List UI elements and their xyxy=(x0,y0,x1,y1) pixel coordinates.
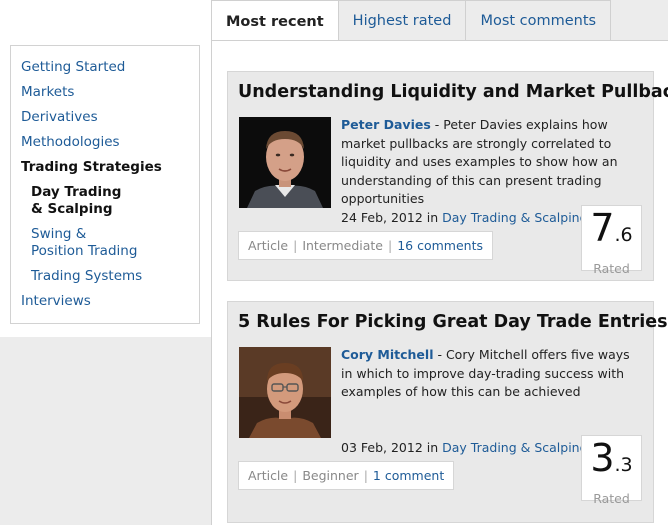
nav-item-getting-started[interactable]: Getting Started xyxy=(11,59,199,76)
nav-subitem-trading-systems[interactable]: Trading Systems xyxy=(11,268,199,285)
article-card: Understanding Liquidity and Market Pullb… xyxy=(227,71,668,281)
nav-item-derivatives[interactable]: Derivatives xyxy=(11,109,199,126)
comments-link[interactable]: 1 comment xyxy=(373,468,444,483)
meta-separator: | xyxy=(363,468,368,483)
rating-box: 3.3 Rated xyxy=(581,435,642,506)
dateline-in: in xyxy=(422,210,443,225)
nav-subitem-day-trading[interactable]: Day Trading & Scalping xyxy=(11,184,131,218)
article-meta: Article | Intermediate | 16 comments xyxy=(238,231,493,260)
comments-link[interactable]: 16 comments xyxy=(397,238,483,253)
rating-value: 7.6 xyxy=(582,208,641,258)
article-card: 5 Rules For Picking Great Day Trade Entr… xyxy=(227,301,668,523)
article-sort-tabs: Most recent Highest rated Most comments xyxy=(211,0,612,42)
author-photo[interactable] xyxy=(239,347,331,438)
article-dateline: 03 Feb, 2012 in Day Trading & Scalping xyxy=(341,440,588,455)
meta-separator: | xyxy=(293,238,298,253)
category-navigation: Getting Started Markets Derivatives Meth… xyxy=(10,45,200,324)
article-level: Beginner xyxy=(302,468,359,483)
rating-decimal: .6 xyxy=(614,224,633,246)
meta-separator: | xyxy=(293,468,298,483)
rating-label: Rated xyxy=(593,491,630,506)
rating-decimal: .3 xyxy=(614,454,633,476)
tab-highest-rated[interactable]: Highest rated xyxy=(337,0,467,41)
nav-item-markets[interactable]: Markets xyxy=(11,84,199,101)
article-type: Article xyxy=(248,468,289,483)
category-link[interactable]: Day Trading & Scalping xyxy=(442,440,587,455)
author-link[interactable]: Cory Mitchell xyxy=(341,347,433,362)
article-date: 24 Feb, 2012 xyxy=(341,210,423,225)
rating-label: Rated xyxy=(593,261,630,276)
rating-box: 7.6 Rated xyxy=(581,205,642,276)
rating-value: 3.3 xyxy=(582,438,641,488)
article-title[interactable]: 5 Rules For Picking Great Day Trade Entr… xyxy=(238,312,668,332)
rating-integer: 7 xyxy=(590,206,615,250)
article-summary: Peter Davies - Peter Davies explains how… xyxy=(341,116,631,209)
nav-subitem-swing-position[interactable]: Swing & Position Trading xyxy=(11,226,141,260)
article-list-panel: Understanding Liquidity and Market Pullb… xyxy=(211,40,668,525)
author-photo[interactable] xyxy=(239,117,331,208)
article-title[interactable]: Understanding Liquidity and Market Pullb… xyxy=(238,82,668,102)
nav-item-trading-strategies[interactable]: Trading Strategies xyxy=(11,159,199,176)
author-link[interactable]: Peter Davies xyxy=(341,117,431,132)
rating-integer: 3 xyxy=(590,436,615,480)
tab-most-comments[interactable]: Most comments xyxy=(465,0,612,41)
meta-separator: | xyxy=(387,238,393,253)
article-date: 03 Feb, 2012 xyxy=(341,440,423,455)
dateline-in: in xyxy=(422,440,443,455)
article-type: Article xyxy=(248,238,289,253)
category-link[interactable]: Day Trading & Scalping xyxy=(442,210,587,225)
article-meta: Article | Beginner | 1 comment xyxy=(238,461,455,490)
nav-item-interviews[interactable]: Interviews xyxy=(11,293,199,310)
category-list: Getting Started Markets Derivatives Meth… xyxy=(11,46,199,310)
article-dateline: 24 Feb, 2012 in Day Trading & Scalping xyxy=(341,210,588,225)
nav-item-methodologies[interactable]: Methodologies xyxy=(11,134,199,151)
article-level: Intermediate xyxy=(302,238,383,253)
tab-most-recent[interactable]: Most recent xyxy=(211,0,339,42)
article-summary: Cory Mitchell - Cory Mitchell offers fiv… xyxy=(341,346,631,402)
